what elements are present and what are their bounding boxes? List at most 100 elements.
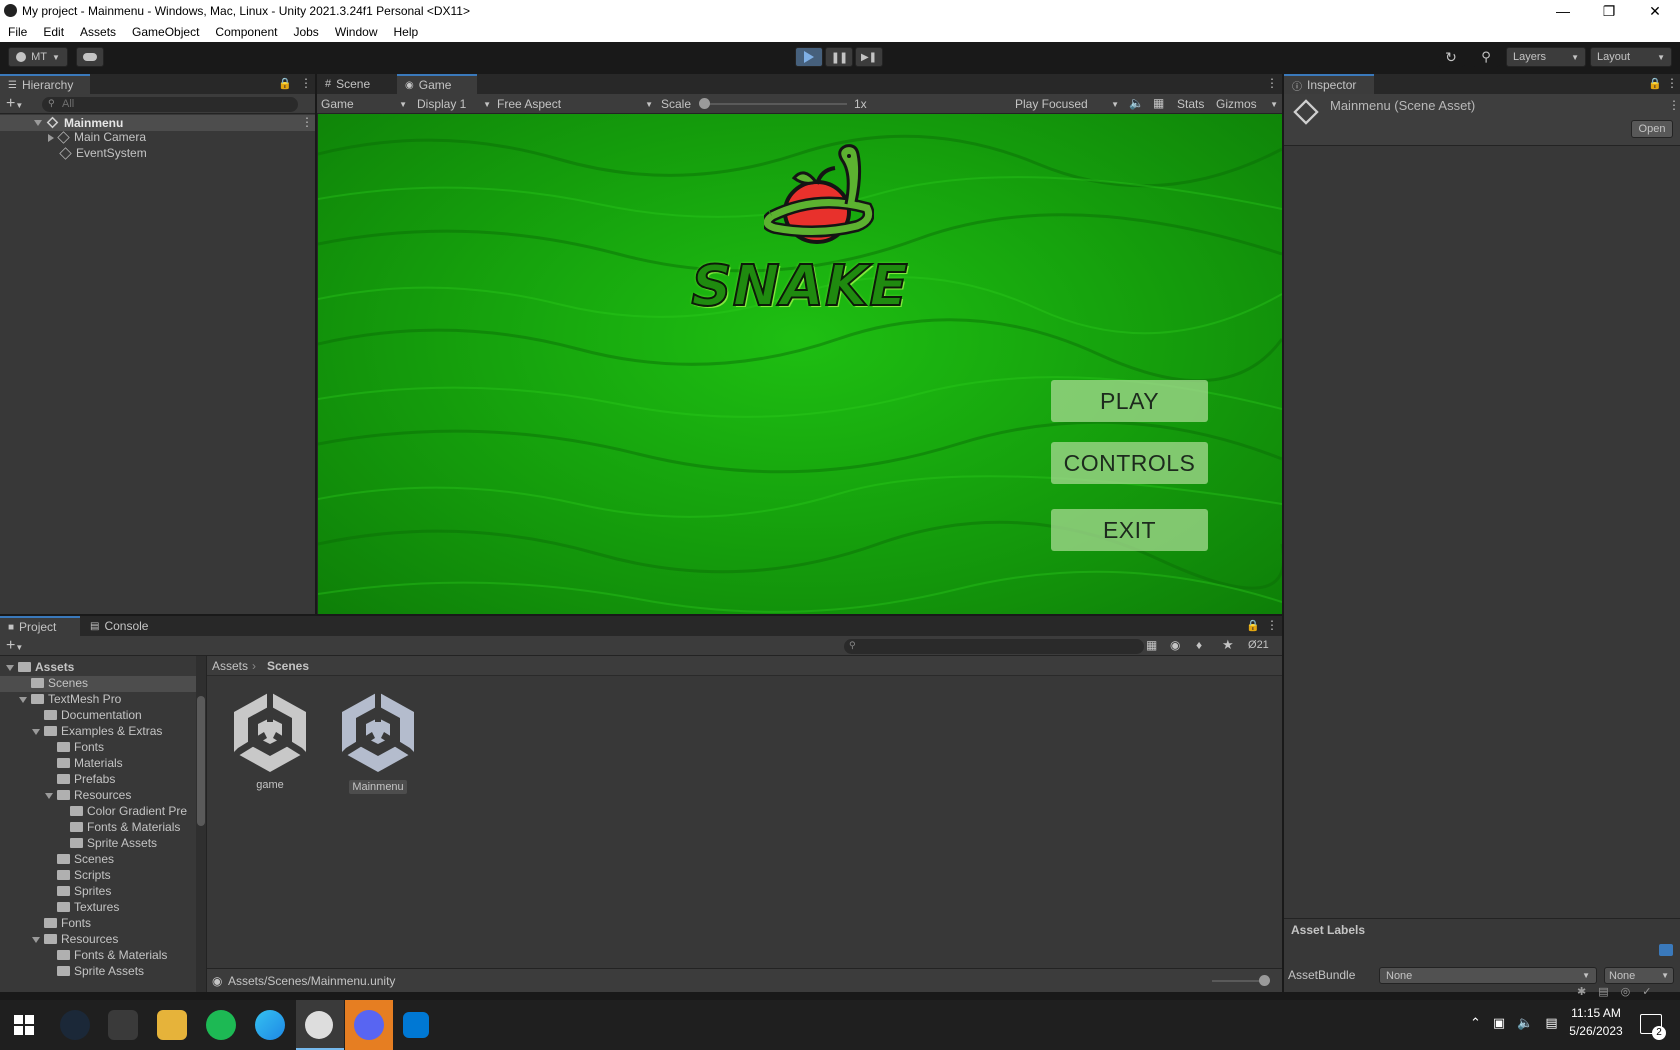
folder-tree-item[interactable]: Assets <box>0 660 196 676</box>
expand-arrow-icon[interactable] <box>32 728 40 735</box>
layout-dropdown[interactable]: Layout ▼ <box>1590 47 1672 67</box>
menu-edit[interactable]: Edit <box>35 22 72 39</box>
assetbundle-dropdown[interactable]: None ▼ <box>1379 967 1597 984</box>
icon-size-slider-handle[interactable] <box>1259 975 1270 986</box>
tab-scene[interactable]: # Scene <box>317 74 397 94</box>
more-options-icon[interactable]: ⋮ <box>301 115 313 129</box>
hierarchy-item-eventsystem[interactable]: EventSystem <box>59 146 147 162</box>
folder-tree-item[interactable]: Resources <box>0 788 196 804</box>
tab-hierarchy[interactable]: ☰ Hierarchy <box>0 74 90 94</box>
folder-tree-item[interactable]: Sprite Assets <box>0 836 196 852</box>
exit-menu-button[interactable]: EXIT <box>1051 509 1208 551</box>
stats-button[interactable]: Stats <box>1177 97 1204 111</box>
folder-tree-item[interactable]: Fonts <box>0 916 196 932</box>
favorite-star-icon[interactable]: ★ <box>1222 637 1234 653</box>
folder-tree-item[interactable]: Fonts & Materials <box>0 948 196 964</box>
hidden-packages-toggle[interactable]: Ø21 <box>1248 639 1269 651</box>
open-button[interactable]: Open <box>1631 120 1673 138</box>
folder-tree-item[interactable]: Color Gradient Pre <box>0 804 196 820</box>
layers-dropdown[interactable]: Layers ▼ <box>1506 47 1586 67</box>
scale-slider-handle[interactable] <box>699 98 710 109</box>
expand-arrow-icon[interactable] <box>32 936 40 943</box>
display-dropdown[interactable]: Display 1 ▼ <box>417 96 491 112</box>
lock-icon[interactable]: 🔒 <box>1648 77 1662 90</box>
audio-icon[interactable]: 🔈 <box>1129 96 1144 110</box>
steam-icon[interactable] <box>60 1010 90 1040</box>
tree-scrollbar-thumb[interactable] <box>197 696 205 826</box>
lock-icon[interactable]: 🔒 <box>278 77 292 90</box>
create-button[interactable]: +▼ <box>6 637 23 655</box>
menu-help[interactable]: Help <box>386 22 427 39</box>
more-options-icon[interactable]: ⋮ <box>1668 98 1680 112</box>
network-icon[interactable]: ▤ <box>1545 1015 1557 1031</box>
play-menu-button[interactable]: PLAY <box>1051 380 1208 422</box>
chevron-up-icon[interactable]: ⌃ <box>1470 1015 1481 1031</box>
menu-jobs[interactable]: Jobs <box>285 22 326 39</box>
folder-tree-item[interactable]: Scenes <box>0 852 196 868</box>
edge-browser-icon[interactable] <box>255 1010 285 1040</box>
menu-window[interactable]: Window <box>327 22 386 39</box>
game-mode-dropdown[interactable]: Game ▼ <box>321 96 407 112</box>
lock-icon[interactable]: 🔒 <box>1246 619 1260 632</box>
menu-file[interactable]: File <box>0 22 35 39</box>
search-by-type-icon[interactable]: ▦ <box>1146 638 1157 652</box>
media-app-icon[interactable] <box>108 1010 138 1040</box>
search-button[interactable]: ⚲ <box>1472 47 1500 67</box>
folder-tree-item[interactable]: Fonts <box>0 740 196 756</box>
check-circle-icon[interactable]: ✓ <box>1642 985 1651 999</box>
gizmos-dropdown[interactable]: Gizmos ▼ <box>1216 96 1278 112</box>
database-icon[interactable]: ▤ <box>1598 985 1608 999</box>
hierarchy-search-input[interactable]: All <box>42 97 298 112</box>
more-options-icon[interactable]: ⋮ <box>1266 618 1278 632</box>
folder-tree-item[interactable]: Materials <box>0 756 196 772</box>
meet-now-icon[interactable]: ▣ <box>1493 1015 1505 1031</box>
menu-assets[interactable]: Assets <box>72 22 124 39</box>
breadcrumb-assets[interactable]: Assets <box>212 659 248 673</box>
network-icon[interactable]: ◎ <box>1621 985 1631 999</box>
folder-tree-item[interactable]: Sprites <box>0 884 196 900</box>
step-button[interactable]: ▶❚ <box>855 47 883 67</box>
account-dropdown[interactable]: MT ▼ <box>8 47 68 67</box>
add-button[interactable]: +▼ <box>6 95 23 113</box>
asset-item-mainmenu[interactable]: Mainmenu <box>338 688 418 794</box>
spotify-icon[interactable] <box>206 1010 236 1040</box>
folder-tree-item[interactable]: Prefabs <box>0 772 196 788</box>
cloud-button[interactable] <box>76 47 104 67</box>
label-icon[interactable]: ♦ <box>1196 638 1202 652</box>
controls-menu-button[interactable]: CONTROLS <box>1051 442 1208 484</box>
expand-arrow-icon[interactable] <box>6 664 14 671</box>
folder-tree-item[interactable]: Resources <box>0 932 196 948</box>
close-button[interactable]: ✕ <box>1632 0 1678 22</box>
folder-tree-item[interactable]: Fonts & Materials <box>0 820 196 836</box>
folder-tree-item[interactable]: TextMesh Pro <box>0 692 196 708</box>
asset-item-game[interactable]: game <box>230 688 310 791</box>
folder-tree-item[interactable]: Scenes <box>0 676 196 692</box>
scale-slider[interactable] <box>701 103 847 105</box>
filter-icon[interactable]: ◉ <box>1170 638 1180 652</box>
maximize-button[interactable]: ❐ <box>1586 0 1632 22</box>
expand-arrow-icon[interactable] <box>19 696 27 703</box>
expand-arrow-icon[interactable] <box>45 792 53 799</box>
breadcrumb-scenes[interactable]: Scenes <box>267 659 309 673</box>
variant-dropdown[interactable]: None ▼ <box>1604 967 1674 984</box>
bug-icon[interactable]: ✱ <box>1577 985 1586 999</box>
tab-inspector[interactable]: ⓘ Inspector <box>1284 74 1374 94</box>
tab-project[interactable]: ■ Project <box>0 616 80 636</box>
pause-button[interactable]: ❚❚ <box>825 47 853 67</box>
windows-start-icon[interactable] <box>14 1015 34 1035</box>
hierarchy-item-main-camera[interactable]: Main Camera <box>48 130 146 146</box>
play-button[interactable] <box>795 47 823 67</box>
tab-console[interactable]: ▤ Console <box>82 616 162 636</box>
project-search-input[interactable] <box>844 639 1144 654</box>
vscode-icon[interactable] <box>403 1012 429 1038</box>
more-options-icon[interactable]: ⋮ <box>300 76 312 90</box>
stats-grid-icon[interactable]: ▦ <box>1153 96 1164 110</box>
label-tag-icon[interactable] <box>1659 944 1673 956</box>
tab-game[interactable]: ◉ Game <box>397 74 477 94</box>
folder-tree-item[interactable]: Documentation <box>0 708 196 724</box>
menu-gameobject[interactable]: GameObject <box>124 22 207 39</box>
more-options-icon[interactable]: ⋮ <box>1666 76 1678 90</box>
folder-tree-item[interactable]: Examples & Extras <box>0 724 196 740</box>
volume-icon[interactable]: 🔈 <box>1517 1015 1533 1031</box>
folder-tree-item[interactable]: Textures <box>0 900 196 916</box>
